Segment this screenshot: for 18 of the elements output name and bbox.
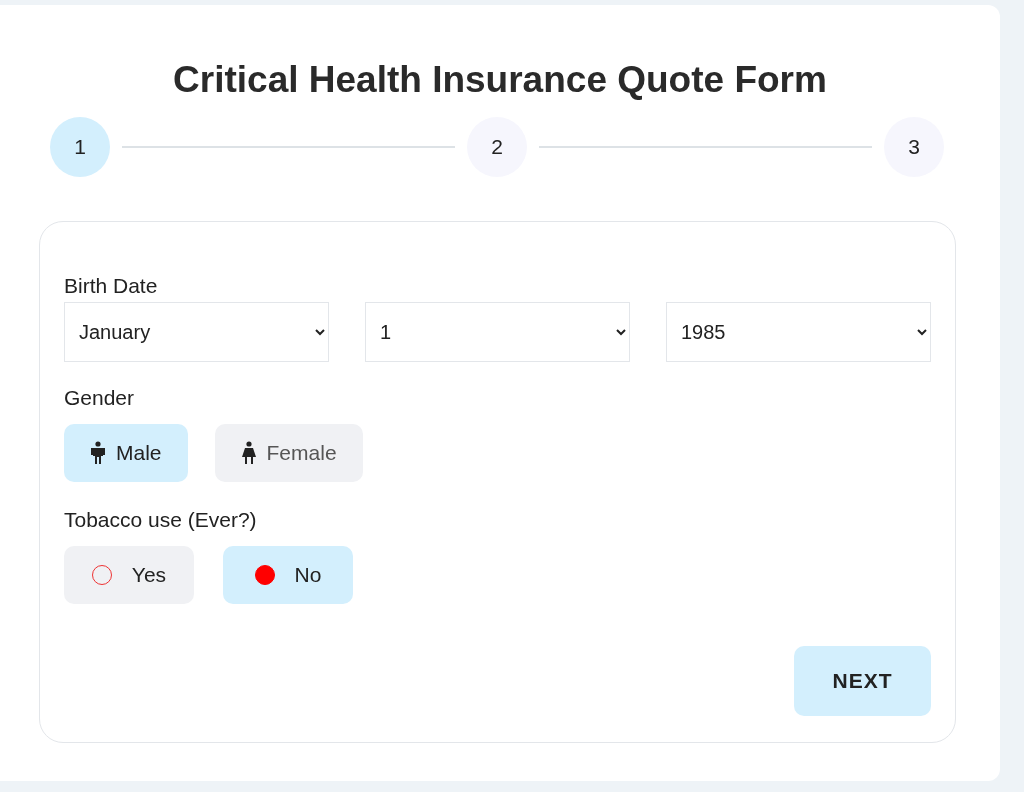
next-button[interactable]: NEXT: [794, 646, 931, 716]
date-select[interactable]: 1: [365, 302, 630, 362]
woman-icon: [240, 441, 257, 465]
date-select[interactable]: January: [64, 302, 329, 362]
step-indicator[interactable]: 3: [884, 117, 944, 177]
gender-option[interactable]: Male: [64, 424, 188, 482]
date-select[interactable]: 1985: [666, 302, 931, 362]
man-icon: [90, 441, 106, 465]
form-title: Critical Health Insurance Quote Form: [172, 58, 828, 102]
radio-option[interactable]: Yes: [64, 546, 194, 604]
radio-option[interactable]: No: [223, 546, 353, 604]
gender-option[interactable]: Female: [214, 424, 363, 482]
radio-icon: [254, 565, 275, 585]
step-indicator[interactable]: 2: [467, 117, 527, 177]
field-label: Birth Date: [64, 274, 159, 298]
step-indicator[interactable]: 1: [50, 117, 110, 177]
field-label: Tobacco use (Ever?): [64, 508, 258, 532]
field-label: Gender: [64, 386, 136, 410]
